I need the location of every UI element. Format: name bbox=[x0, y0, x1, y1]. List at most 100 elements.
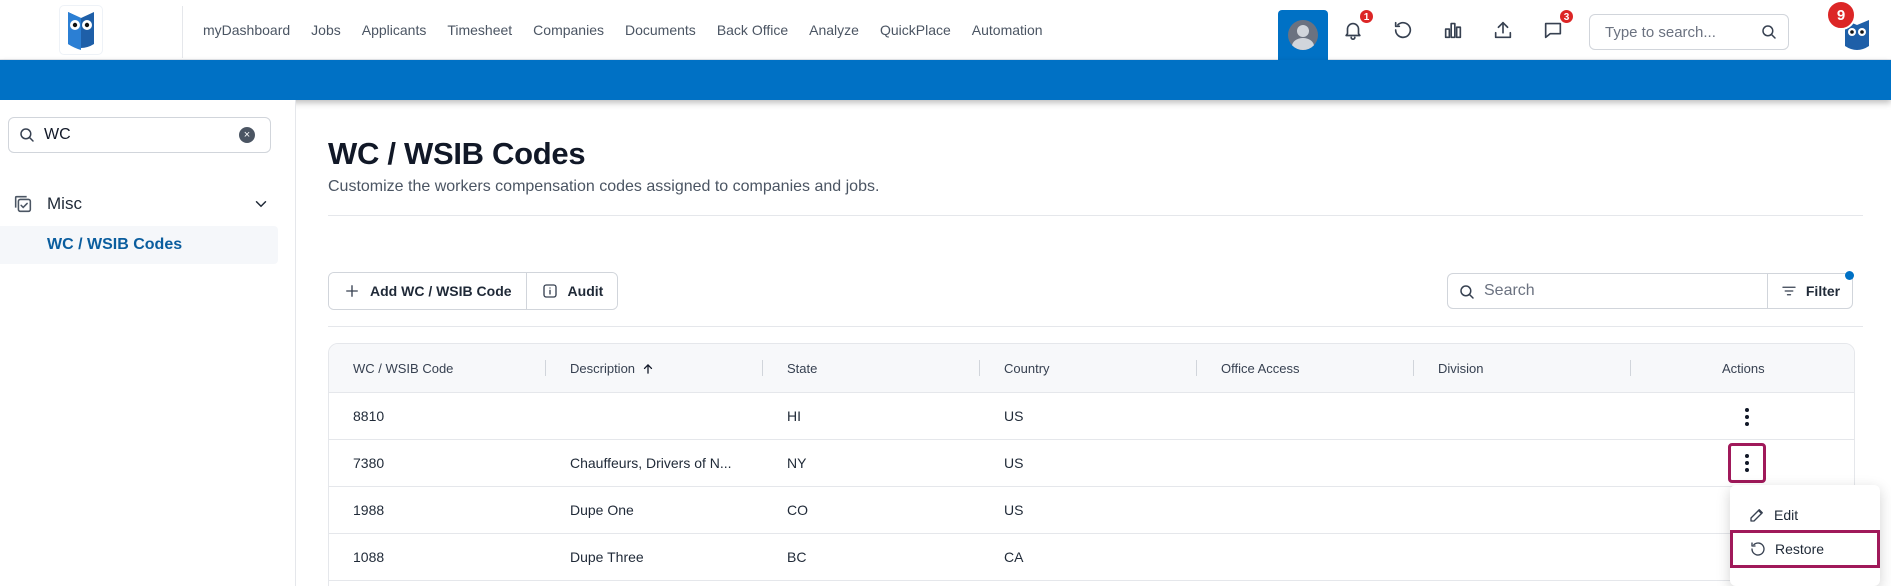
nav-item-timesheet[interactable]: Timesheet bbox=[447, 22, 512, 38]
nav-item-quickplace[interactable]: QuickPlace bbox=[880, 22, 951, 38]
sidebar-group-misc[interactable]: Misc bbox=[12, 188, 282, 220]
cell-description: Dupe One bbox=[570, 502, 634, 518]
cell-country: US bbox=[1004, 408, 1024, 424]
page-subtitle: Customize the workers compensation codes… bbox=[328, 178, 880, 195]
restore-menu-item[interactable]: Restore bbox=[1730, 530, 1880, 568]
notifications-badge: 1 bbox=[1359, 9, 1374, 24]
bar-chart-icon bbox=[1444, 22, 1462, 39]
checklist-icon bbox=[14, 195, 32, 213]
wc-codes-table: WC / WSIB Code Description State Country… bbox=[328, 343, 1855, 586]
restore-label: Restore bbox=[1775, 541, 1825, 557]
cell-state: CO bbox=[787, 502, 808, 518]
cell-description: Chauffeurs, Drivers of N... bbox=[570, 455, 732, 471]
row-actions-button[interactable] bbox=[1733, 403, 1761, 431]
analytics-button[interactable] bbox=[1439, 16, 1467, 44]
clear-search-icon[interactable]: × bbox=[239, 127, 255, 143]
sidebar-group-label: Misc bbox=[47, 194, 82, 213]
column-separator bbox=[762, 360, 763, 376]
column-header-state[interactable]: State bbox=[787, 361, 817, 376]
kebab-menu-icon bbox=[1745, 453, 1749, 474]
add-button-label: Add WC / WSIB Code bbox=[370, 283, 512, 299]
column-separator bbox=[1413, 360, 1414, 376]
nav-item-automation[interactable]: Automation bbox=[972, 22, 1043, 38]
nav-item-jobs[interactable]: Jobs bbox=[311, 22, 341, 38]
chevron-down-icon[interactable] bbox=[252, 195, 270, 213]
kebab-menu-icon bbox=[1745, 407, 1749, 428]
settings-sidebar: × Misc WC / WSIB Codes bbox=[0, 100, 296, 586]
owl-logo-icon[interactable] bbox=[60, 6, 102, 54]
top-navigation-bar: myDashboard Jobs Applicants Timesheet Co… bbox=[0, 0, 1891, 60]
column-separator bbox=[1196, 360, 1197, 376]
search-icon bbox=[1460, 285, 1474, 299]
column-header-country[interactable]: Country bbox=[1004, 361, 1050, 376]
restore-icon bbox=[1751, 542, 1765, 556]
search-icon bbox=[20, 128, 34, 142]
cell-state: NY bbox=[787, 455, 807, 471]
column-header-code[interactable]: WC / WSIB Code bbox=[353, 361, 453, 376]
nav-item-documents[interactable]: Documents bbox=[625, 22, 696, 38]
cell-country: US bbox=[1004, 455, 1024, 471]
table-row[interactable]: 1988 Dupe One CO US bbox=[329, 487, 1854, 534]
sort-ascending-icon bbox=[643, 363, 653, 374]
main-nav: myDashboard Jobs Applicants Timesheet Co… bbox=[203, 0, 1043, 60]
filter-indicator bbox=[1845, 271, 1854, 280]
nav-item-back-office[interactable]: Back Office bbox=[717, 22, 788, 38]
search-icon[interactable] bbox=[1760, 23, 1778, 41]
row-actions-menu: Edit Restore bbox=[1730, 485, 1880, 586]
column-header-division[interactable]: Division bbox=[1438, 361, 1484, 376]
nav-divider bbox=[182, 6, 183, 58]
filter-button-label: Filter bbox=[1805, 283, 1841, 299]
column-separator bbox=[1630, 360, 1631, 376]
table-row[interactable]: 7380 Chauffeurs, Drivers of N... NY US bbox=[329, 440, 1854, 487]
page-title: WC / WSIB Codes bbox=[328, 136, 586, 171]
sidebar-item-label: WC / WSIB Codes bbox=[47, 236, 183, 253]
audit-button[interactable]: Audit bbox=[525, 273, 618, 309]
divider bbox=[328, 215, 1863, 216]
bell-icon bbox=[1345, 22, 1361, 40]
edit-label: Edit bbox=[1774, 507, 1799, 523]
avatar bbox=[1288, 20, 1318, 50]
add-wc-code-button[interactable]: Add WC / WSIB Code bbox=[329, 273, 526, 309]
pencil-icon bbox=[1750, 509, 1763, 522]
sidebar-search: × bbox=[8, 117, 271, 153]
edit-menu-item[interactable]: Edit bbox=[1730, 497, 1880, 533]
history-icon bbox=[1394, 21, 1412, 39]
messages-badge: 3 bbox=[1559, 9, 1574, 24]
table-search-input[interactable] bbox=[1484, 274, 1754, 308]
table-search bbox=[1447, 273, 1768, 309]
table-row[interactable]: 8810 HI US bbox=[329, 393, 1854, 440]
plus-icon bbox=[346, 285, 358, 297]
sidebar-item-wc-wsib-codes[interactable]: WC / WSIB Codes bbox=[0, 226, 278, 264]
column-header-office-access[interactable]: Office Access bbox=[1221, 361, 1300, 376]
history-button[interactable] bbox=[1389, 16, 1417, 44]
cell-code: 7380 bbox=[353, 455, 385, 471]
cell-state: BC bbox=[787, 549, 807, 565]
nav-item-mydashboard[interactable]: myDashboard bbox=[203, 22, 290, 38]
column-separator bbox=[545, 360, 546, 376]
global-search bbox=[1589, 14, 1789, 50]
audit-button-label: Audit bbox=[567, 283, 604, 299]
divider bbox=[328, 326, 1863, 327]
table-actions: Add WC / WSIB Code Audit bbox=[328, 272, 619, 310]
user-avatar-button[interactable] bbox=[1278, 10, 1328, 60]
filter-button[interactable]: Filter bbox=[1767, 273, 1853, 309]
column-separator bbox=[979, 360, 980, 376]
column-header-description[interactable]: Description bbox=[570, 361, 655, 376]
chat-icon bbox=[1544, 22, 1562, 39]
cell-code: 1988 bbox=[353, 502, 385, 518]
global-search-input[interactable] bbox=[1605, 15, 1755, 49]
upload-button[interactable] bbox=[1489, 16, 1517, 44]
nav-item-analyze[interactable]: Analyze bbox=[809, 22, 859, 38]
cell-state: HI bbox=[787, 408, 801, 424]
nav-item-companies[interactable]: Companies bbox=[533, 22, 604, 38]
table-row[interactable]: 1088 Dupe Three BC CA bbox=[329, 534, 1854, 581]
filter-icon bbox=[1782, 286, 1796, 296]
cell-code: 8810 bbox=[353, 408, 385, 424]
upload-icon bbox=[1494, 21, 1512, 39]
row-actions-button-active[interactable] bbox=[1728, 443, 1766, 483]
cell-country: US bbox=[1004, 502, 1024, 518]
nav-item-applicants[interactable]: Applicants bbox=[362, 22, 427, 38]
cell-code: 1088 bbox=[353, 549, 385, 565]
cell-country: CA bbox=[1004, 549, 1024, 565]
sidebar-search-input[interactable] bbox=[44, 118, 234, 152]
